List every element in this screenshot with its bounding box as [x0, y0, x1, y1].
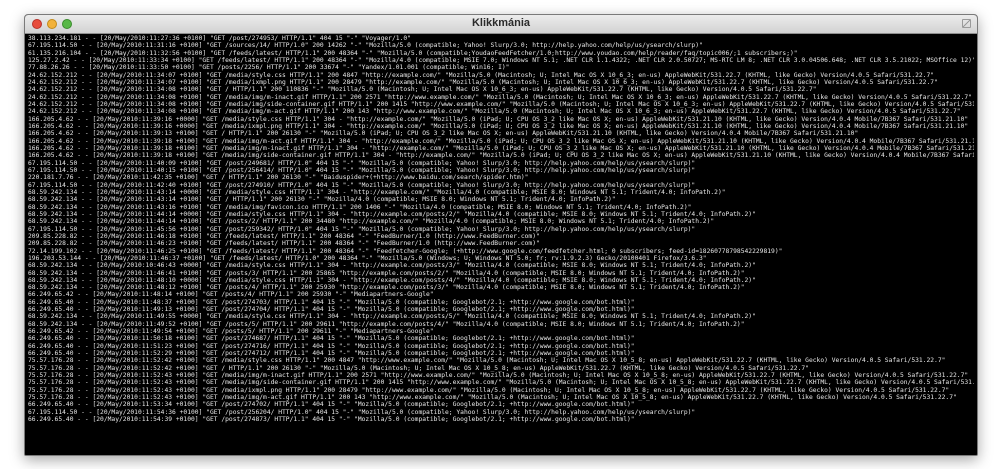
log-line: 24.62.152.212 - - [20/May/2010:11:34:08 …	[28, 86, 817, 94]
log-line: 61.135.216.104 - - [20/May/2010:11:32:56…	[28, 49, 798, 57]
log-line: 68.59.242.134 - - [20/May/2010:11:48:12 …	[28, 284, 745, 292]
log-line: 24.62.152.212 - - [20/May/2010:11:34:07 …	[28, 71, 935, 79]
log-line: 72.14.199.102 - - [20/May/2010:11:46:25 …	[28, 247, 783, 255]
log-line: 166.205.4.62 - - [20/May/2010:11:39:16 +…	[28, 122, 969, 130]
log-line: 66.249.65.40 - - [20/May/2010:11:50:18 +…	[28, 335, 635, 343]
terminal-window: Klikkmánia 38.113.234.181 - - [20/May/20…	[24, 14, 978, 456]
log-line: 66.249.65.40 - - [20/May/2010:11:48:37 +…	[28, 298, 635, 306]
log-line: 75.57.176.28 - - [20/May/2010:11:52:43 +…	[28, 394, 957, 402]
log-line: 196.203.53.144 - - [20/May/2010:11:46:37…	[28, 254, 707, 262]
log-line: 125.27.2.42 - - [20/May/2010:11:33:34 +0…	[28, 56, 974, 64]
log-line: 67.195.114.50 - - [20/May/2010:11:31:16 …	[28, 42, 703, 50]
log-line: 166.205.4.62 - - [20/May/2010:11:39:13 +…	[28, 130, 859, 138]
log-line: 68.59.242.134 - - [20/May/2010:11:43:14 …	[28, 196, 616, 204]
log-line: 66.249.65.40 - - [20/May/2010:11:52:29 +…	[28, 350, 635, 358]
log-line: 68.59.242.134 - - [20/May/2010:11:48:10 …	[28, 276, 756, 284]
window-title: Klikkmánia	[471, 17, 531, 29]
log-line: 75.57.176.28 - - [20/May/2010:11:52:42 +…	[28, 364, 809, 372]
log-line: 75.57.176.28 - - [20/May/2010:11:52:43 +…	[28, 379, 974, 387]
log-line: 68.59.242.134 - - [20/May/2010:11:44:14 …	[28, 218, 715, 226]
log-line: 166.205.4.62 - - [20/May/2010:11:39:16 +…	[28, 115, 969, 123]
log-line: 220.181.7.76 - - [20/May/2010:11:42:35 +…	[28, 174, 529, 182]
log-line: 77.88.26.26 - - [20/May/2010:11:33:50 +0…	[28, 64, 510, 72]
log-line: 166.205.4.62 - - [20/May/2010:11:39:18 +…	[28, 137, 974, 145]
log-line: 24.62.152.212 - - [20/May/2010:11:34:08 …	[28, 93, 972, 101]
log-line: 166.205.4.62 - - [20/May/2010:11:39:18 +…	[28, 144, 974, 152]
log-line: 209.85.228.82 - - [20/May/2010:11:46:23 …	[28, 240, 540, 248]
log-line: 66.249.65.40 - - [20/May/2010:11:54:39 +…	[28, 416, 635, 424]
log-line: 66.249.65.42 - - [20/May/2010:11:49:54 +…	[28, 328, 434, 336]
log-line: 66.249.65.42 - - [20/May/2010:11:48:14 +…	[28, 291, 434, 299]
log-line: 209.85.228.82 - - [20/May/2010:11:46:18 …	[28, 232, 540, 240]
log-line: 24.62.152.212 - - [20/May/2010:11:34:08 …	[28, 108, 961, 116]
log-line: 68.59.242.134 - - [20/May/2010:11:46:41 …	[28, 269, 745, 277]
log-line: 67.195.114.50 - - [20/May/2010:11:40:09 …	[28, 159, 696, 167]
log-line: 68.59.242.134 - - [20/May/2010:11:49:55 …	[28, 313, 756, 321]
log-line: 67.195.114.50 - - [20/May/2010:11:45:56 …	[28, 225, 696, 233]
log-line: 24.62.152.212 - - [20/May/2010:11:34:07 …	[28, 78, 938, 86]
log-line: 66.249.65.40 - - [20/May/2010:11:53:34 +…	[28, 401, 635, 409]
title-bar[interactable]: Klikkmánia	[25, 15, 977, 34]
log-line: 68.59.242.134 - - [20/May/2010:11:44:14 …	[28, 210, 756, 218]
log-line: 75.57.176.28 - - [20/May/2010:11:52:42 +…	[28, 357, 946, 365]
log-line: 24.62.152.212 - - [20/May/2010:11:34:08 …	[28, 100, 974, 108]
log-line: 68.59.242.134 - - [20/May/2010:10:46:43 …	[28, 262, 756, 270]
log-line: 67.195.114.50 - - [20/May/2010:11:42:40 …	[28, 181, 696, 189]
log-line: 166.205.4.62 - - [20/May/2010:11:39:18 +…	[28, 152, 974, 160]
log-line: 38.113.234.181 - - [20/May/2010:11:27:36…	[28, 35, 411, 42]
log-line: 75.57.176.28 - - [20/May/2010:11:52:43 +…	[28, 386, 950, 394]
log-line: 67.195.114.50 - - [20/May/2010:11:54:36 …	[28, 408, 696, 416]
log-line: 68.59.242.134 - - [20/May/2010:11:43:16 …	[28, 203, 692, 211]
log-line: 68.59.242.134 - - [20/May/2010:11:43:14 …	[28, 188, 726, 196]
log-line: 75.57.176.28 - - [20/May/2010:11:52:43 +…	[28, 372, 969, 380]
log-line: 66.249.65.40 - - [20/May/2010:11:49:13 +…	[28, 306, 635, 314]
log-line: 68.59.242.134 - - [20/May/2010:11:49:52 …	[28, 320, 745, 328]
log-line: 66.249.65.40 - - [20/May/2010:11:51:23 +…	[28, 342, 635, 350]
terminal-output[interactable]: 38.113.234.181 - - [20/May/2010:11:27:36…	[25, 34, 977, 455]
log-line: 67.195.114.50 - - [20/May/2010:11:40:15 …	[28, 166, 696, 174]
resize-icon[interactable]	[962, 19, 971, 28]
